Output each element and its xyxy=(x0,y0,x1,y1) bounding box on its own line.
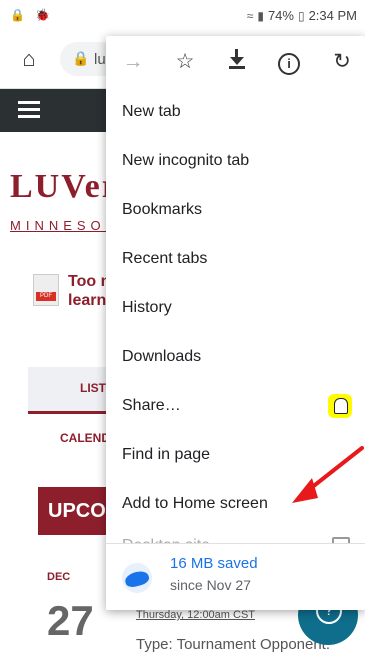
secure-lock-icon[interactable]: 🔒 xyxy=(72,50,89,67)
site-logo-subtitle: MINNESOT xyxy=(10,218,119,233)
overflow-menu: → ☆ i ↻ New tab New incognito tab Bookma… xyxy=(106,36,365,610)
data-saver-summary[interactable]: 16 MB saved since Nov 27 xyxy=(106,543,365,610)
snapchat-icon[interactable] xyxy=(328,394,352,418)
data-saved-since: since Nov 27 xyxy=(170,577,251,593)
forward-icon[interactable]: → xyxy=(120,49,146,75)
wifi-icon: ≈ xyxy=(246,8,254,23)
menu-item-new-tab[interactable]: New tab xyxy=(106,88,365,137)
menu-item-new-incognito-tab[interactable]: New incognito tab xyxy=(106,137,365,186)
info-icon[interactable]: i xyxy=(276,49,302,75)
menu-item-downloads[interactable]: Downloads xyxy=(106,333,365,382)
hamburger-menu-icon[interactable] xyxy=(18,101,40,119)
event-month: DEC xyxy=(47,571,71,583)
clock: 2:34 PM xyxy=(308,8,357,23)
document-link[interactable]: Too n learn xyxy=(68,272,110,310)
battery-level: 74% xyxy=(267,8,294,23)
url-text: lu xyxy=(94,51,106,68)
event-day: 27 xyxy=(47,597,94,644)
pdf-icon: PDF xyxy=(33,274,59,306)
bug-notification-icon: 🐞 xyxy=(34,8,50,22)
battery-icon: ▯ xyxy=(297,8,305,23)
menu-icon-row: → ☆ i ↻ xyxy=(106,36,365,88)
tab-calendar[interactable]: CALEND xyxy=(60,431,110,445)
tab-list[interactable]: LIST xyxy=(28,367,118,414)
event-time[interactable]: Thursday, 12:00am CST xyxy=(136,609,255,621)
home-icon[interactable]: ⌂ xyxy=(16,46,42,72)
menu-item-bookmarks[interactable]: Bookmarks xyxy=(106,186,365,235)
reload-icon[interactable]: ↻ xyxy=(329,49,355,75)
menu-item-share[interactable]: Share… xyxy=(106,382,365,431)
lock-status-icon: 🔒 xyxy=(10,8,25,22)
data-saver-icon xyxy=(122,563,152,593)
data-saved-amount: 16 MB saved xyxy=(170,555,258,572)
site-logo[interactable]: LUVer xyxy=(10,168,119,206)
menu-item-find-in-page[interactable]: Find in page xyxy=(106,431,365,480)
download-icon[interactable] xyxy=(224,49,250,75)
status-bar: 🔒 🐞 ≈ ▮ 74% ▯ 2:34 PM xyxy=(0,0,365,32)
star-icon[interactable]: ☆ xyxy=(172,49,198,75)
menu-item-add-to-home-screen[interactable]: Add to Home screen xyxy=(106,480,365,529)
menu-item-recent-tabs[interactable]: Recent tabs xyxy=(106,235,365,284)
signal-bars-icon: ▮ xyxy=(257,8,264,23)
event-type: Type: Tournament Opponent: xyxy=(136,636,331,653)
menu-item-history[interactable]: History xyxy=(106,284,365,333)
